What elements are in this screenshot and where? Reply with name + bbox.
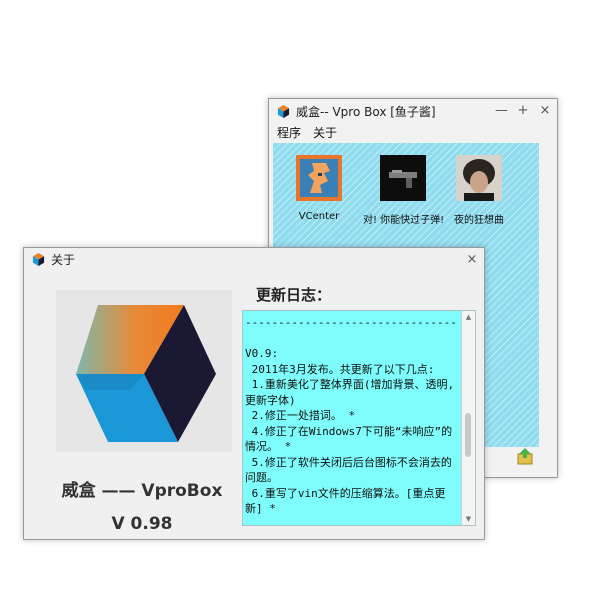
version-label: V 0.98 [111,514,173,534]
changelog-textarea[interactable]: -------------------------------- V0.9: 2… [242,310,476,526]
vprobox-cube-logo [76,305,216,442]
tile-night-song[interactable]: 夜的狂想曲 [439,155,519,226]
close-button[interactable]: × [539,102,551,120]
scroll-up-icon[interactable]: ▲ [462,311,475,323]
changelog-text: -------------------------------- V0.9: 2… [245,316,457,515]
about-dialog: 关于 × 威盒 —— VproBox V 0.98 更新日志： --------… [23,247,485,540]
tile-bullet-game-label: 对! 你能快过子弹! [363,215,445,226]
brand-name: 威盒 —— VproBox [61,481,223,501]
about-close-button[interactable]: × [466,251,478,269]
import-icon[interactable] [515,446,535,466]
about-titlebar[interactable]: 关于 × [24,248,484,270]
tile-bullet-game[interactable]: 对! 你能快过子弹! [363,155,445,226]
app-cube-icon [32,252,45,266]
menu-bar: 程序 关于 [269,123,557,141]
scroll-down-icon[interactable]: ▼ [462,513,475,525]
portrait-thumbnail [456,155,502,201]
changelog-heading: 更新日志： [256,286,332,304]
main-window-title: 威盒-- Vpro Box [鱼子酱] [296,104,436,119]
menu-about[interactable]: 关于 [313,124,337,141]
gun-thumbnail [380,155,426,201]
pin-button[interactable]: + [517,102,529,120]
tile-vcenter[interactable]: VCenter [279,155,359,222]
minimize-button[interactable]: — [495,102,508,120]
main-titlebar[interactable]: 威盒-- Vpro Box [鱼子酱] — + × [269,99,557,123]
tile-night-song-label: 夜的狂想曲 [454,215,504,226]
menu-program[interactable]: 程序 [277,124,301,141]
logo-panel [56,290,232,452]
changelog-scrollbar[interactable]: ▲ ▼ [461,311,475,525]
about-title: 关于 [51,252,76,267]
app-cube-icon [277,104,290,118]
vcenter-icon [296,155,342,201]
tile-vcenter-label: VCenter [298,211,340,222]
scroll-thumb[interactable] [465,413,471,457]
